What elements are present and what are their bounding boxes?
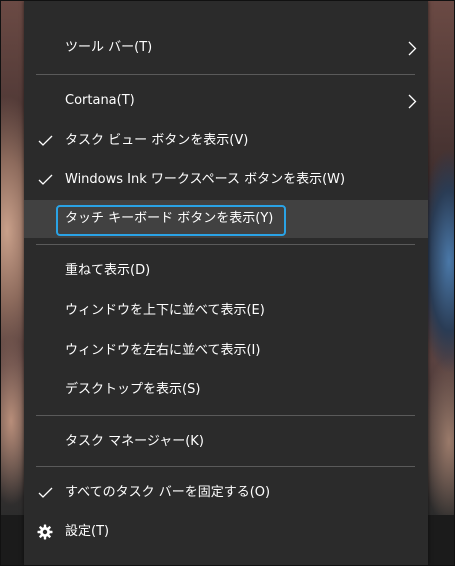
menu-item-stack-windows[interactable]: ウィンドウを上下に並べて表示(E): [24, 292, 428, 330]
screenshot-frame: ツール バー(T) Cortana(T) タスク ビュー ボタンを表示(V) W…: [0, 0, 455, 566]
menu-item-label: タスク ビュー ボタンを表示(V): [65, 133, 249, 148]
gear-icon: [35, 513, 55, 551]
menu-item-label: タッチ キーボード ボタンを表示(Y): [65, 211, 274, 226]
menu-item-lock-all-taskbars[interactable]: すべてのタスク バーを固定する(O): [24, 474, 428, 512]
checkmark-icon: [35, 122, 55, 160]
menu-separator: [36, 466, 415, 467]
chevron-right-icon: [405, 82, 419, 120]
menu-item-label: ウィンドウを上下に並べて表示(E): [65, 303, 265, 318]
menu-item-toolbars[interactable]: ツール バー(T): [24, 29, 428, 67]
menu-item-label: Cortana(T): [65, 93, 135, 108]
taskbar-context-menu: ツール バー(T) Cortana(T) タスク ビュー ボタンを表示(V) W…: [24, 1, 428, 565]
menu-item-cascade-windows[interactable]: 重ねて表示(D): [24, 252, 428, 290]
menu-item-label: すべてのタスク バーを固定する(O): [65, 485, 271, 500]
menu-item-settings[interactable]: 設定(T): [24, 513, 428, 551]
menu-item-show-desktop[interactable]: デスクトップを表示(S): [24, 371, 428, 409]
menu-item-label: ウィンドウを左右に並べて表示(I): [65, 343, 261, 358]
menu-separator: [36, 74, 415, 75]
chevron-right-icon: [405, 29, 419, 67]
menu-item-label: Windows Ink ワークスペース ボタンを表示(W): [65, 172, 346, 187]
menu-item-side-by-side-windows[interactable]: ウィンドウを左右に並べて表示(I): [24, 332, 428, 370]
menu-separator: [36, 415, 415, 416]
menu-item-show-windows-ink-button[interactable]: Windows Ink ワークスペース ボタンを表示(W): [24, 161, 428, 199]
menu-item-cortana[interactable]: Cortana(T): [24, 82, 428, 120]
checkmark-icon: [35, 161, 55, 199]
menu-item-label: 設定(T): [65, 524, 110, 539]
menu-item-task-manager[interactable]: タスク マネージャー(K): [24, 423, 428, 461]
menu-item-show-touch-keyboard-button[interactable]: タッチ キーボード ボタンを表示(Y): [24, 200, 428, 238]
menu-item-show-task-view-button[interactable]: タスク ビュー ボタンを表示(V): [24, 122, 428, 160]
menu-separator: [36, 244, 415, 245]
menu-item-label: デスクトップを表示(S): [65, 382, 201, 397]
menu-item-label: タスク マネージャー(K): [65, 434, 204, 449]
menu-item-label: ツール バー(T): [65, 40, 153, 55]
menu-item-label: 重ねて表示(D): [65, 263, 151, 278]
checkmark-icon: [35, 474, 55, 512]
